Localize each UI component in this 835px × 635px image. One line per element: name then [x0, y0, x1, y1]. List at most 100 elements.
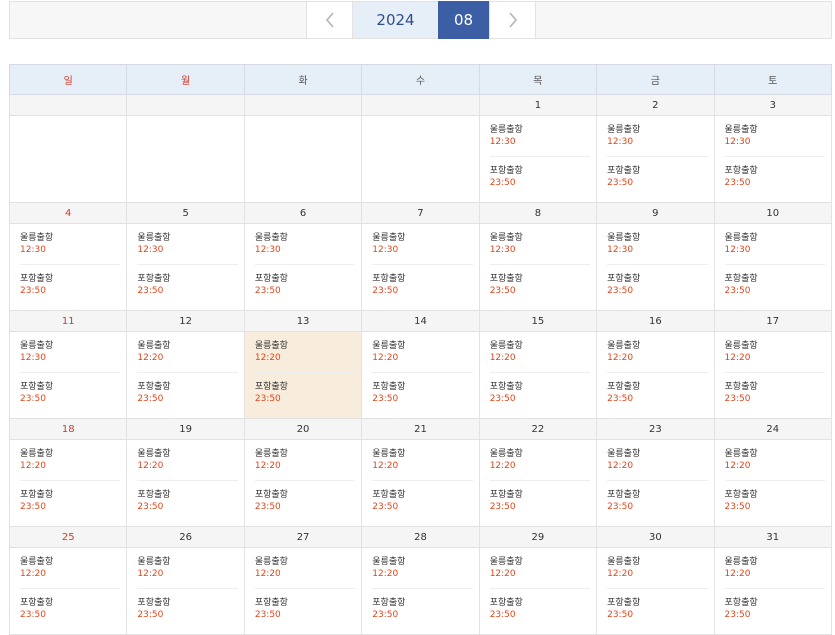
day-cell[interactable]: 울릉출항 12:20 포항출항 23:50	[713, 331, 833, 419]
day-cell[interactable]: 울릉출항 12:30 포항출항 23:50	[478, 115, 598, 203]
departure-item[interactable]: 울릉출항 12:30	[725, 124, 825, 152]
departure-item[interactable]: 울릉출항 12:20	[20, 448, 120, 476]
departure-item[interactable]: 포항출항 23:50	[137, 264, 238, 301]
departure-item[interactable]: 포항출항 23:50	[254, 264, 356, 301]
departure-item[interactable]: 울릉출항 12:30	[20, 232, 120, 260]
departure-item[interactable]: 포항출항 23:50	[489, 264, 591, 301]
day-cell[interactable]: 울릉출항 12:30 포항출항 23:50	[713, 223, 833, 311]
day-cell[interactable]: 울릉출항 12:30 포항출항 23:50	[8, 331, 128, 419]
departure-item[interactable]: 포항출항 23:50	[489, 480, 591, 517]
day-cell[interactable]: 울릉출항 12:20 포항출항 23:50	[478, 547, 598, 635]
prev-month-button[interactable]	[306, 1, 353, 39]
departure-item[interactable]: 울릉출항 12:20	[607, 556, 707, 584]
departure-item[interactable]: 울릉출항 12:30	[137, 232, 237, 260]
departure-route: 울릉출항	[724, 557, 758, 567]
departure-item[interactable]: 울릉출항 12:30	[725, 232, 825, 260]
departure-item[interactable]: 포항출항 23:50	[489, 372, 591, 409]
day-cell[interactable]: 울릉출항 12:20 포항출항 23:50	[243, 547, 363, 635]
departure-item[interactable]: 울릉출항 12:30	[490, 124, 590, 152]
day-cell[interactable]: 울릉출항 12:30 포항출항 23:50	[596, 223, 715, 311]
departure-item[interactable]: 울릉출항 12:20	[607, 448, 707, 476]
day-cell[interactable]: 울릉출항 12:20 포항출항 23:50	[126, 547, 245, 635]
day-cell[interactable]: 울릉출항 12:20 포항출항 23:50	[713, 547, 833, 635]
day-cell[interactable]: 울릉출항 12:30 포항출항 23:50	[243, 223, 363, 311]
day-cell[interactable]: 울릉출항 12:20 포항출항 23:50	[8, 547, 128, 635]
day-cell[interactable]: 울릉출항 12:20 포항출항 23:50	[478, 331, 598, 419]
departure-item[interactable]: 울릉출항 12:20	[20, 556, 120, 584]
day-cell[interactable]: 울릉출항 12:20 포항출항 23:50	[126, 331, 245, 419]
date-number: 27	[243, 526, 363, 548]
day-cell[interactable]: 울릉출항 12:30 포항출항 23:50	[713, 115, 833, 203]
day-cell[interactable]: 울릉출항 12:20 포항출항 23:50	[8, 439, 128, 527]
departure-item[interactable]: 울릉출항 12:30	[607, 232, 707, 260]
departure-item[interactable]: 포항출항 23:50	[724, 480, 825, 517]
departure-item[interactable]: 울릉출항 12:20	[725, 340, 825, 368]
departure-item[interactable]: 포항출항 23:50	[724, 156, 825, 193]
departure-item[interactable]: 포항출항 23:50	[137, 588, 238, 625]
departure-item[interactable]: 포항출항 23:50	[607, 264, 708, 301]
day-cell[interactable]: 울릉출항 12:30 포항출항 23:50	[126, 223, 245, 311]
day-cell[interactable]: 울릉출항 12:30 포항출항 23:50	[361, 223, 480, 311]
departure-item[interactable]: 울릉출항 12:20	[255, 448, 355, 476]
departure-item[interactable]: 포항출항 23:50	[724, 264, 825, 301]
departure-item[interactable]: 포항출항 23:50	[372, 588, 473, 625]
day-cell[interactable]: 울릉출항 12:30 포항출항 23:50	[8, 223, 128, 311]
departure-item[interactable]: 울릉출항 12:30	[255, 232, 355, 260]
day-cell[interactable]: 울릉출항 12:20 포항출항 23:50	[713, 439, 833, 527]
departure-item[interactable]: 울릉출항 12:20	[725, 556, 825, 584]
departure-item[interactable]: 울릉출항 12:20	[255, 340, 355, 368]
departure-item[interactable]: 포항출항 23:50	[372, 372, 473, 409]
departure-item[interactable]: 포항출항 23:50	[254, 588, 356, 625]
day-cell[interactable]: 울릉출항 12:20 포항출항 23:50	[596, 439, 715, 527]
departure-item[interactable]: 포항출항 23:50	[607, 480, 708, 517]
departure-item[interactable]: 포항출항 23:50	[724, 372, 825, 409]
departure-item[interactable]: 울릉출항 12:20	[137, 340, 237, 368]
departure-item[interactable]: 포항출항 23:50	[20, 264, 121, 301]
departure-item[interactable]: 울릉출항 12:20	[372, 340, 472, 368]
departure-item[interactable]: 울릉출항 12:30	[490, 232, 590, 260]
departure-item[interactable]: 포항출항 23:50	[254, 480, 356, 517]
month-label[interactable]: 08	[438, 1, 489, 39]
day-cell[interactable]: 울릉출항 12:30 포항출항 23:50	[596, 115, 715, 203]
departure-item[interactable]: 울릉출항 12:20	[725, 448, 825, 476]
day-cell[interactable]: 울릉출항 12:20 포항출항 23:50	[596, 547, 715, 635]
departure-item[interactable]: 포항출항 23:50	[20, 480, 121, 517]
departure-item[interactable]: 울릉출항 12:30	[20, 340, 120, 368]
departure-item[interactable]: 포항출항 23:50	[489, 588, 591, 625]
departure-item[interactable]: 울릉출항 12:30	[607, 124, 707, 152]
departure-item[interactable]: 포항출항 23:50	[254, 372, 356, 409]
departure-item[interactable]: 포항출항 23:50	[372, 480, 473, 517]
departure-item[interactable]: 울릉출항 12:30	[372, 232, 472, 260]
day-cell[interactable]: 울릉출항 12:20 포항출항 23:50	[243, 439, 363, 527]
departure-item[interactable]: 포항출항 23:50	[724, 588, 825, 625]
departure-item[interactable]: 울릉출항 12:20	[607, 340, 707, 368]
day-cell[interactable]: 울릉출항 12:20 포항출항 23:50	[361, 331, 480, 419]
departure-time: 12:30	[607, 245, 634, 255]
day-cell[interactable]: 울릉출항 12:30 포항출항 23:50	[478, 223, 598, 311]
departure-item[interactable]: 포항출항 23:50	[20, 372, 121, 409]
departure-item[interactable]: 울릉출항 12:20	[372, 448, 472, 476]
day-cell[interactable]: 울릉출항 12:20 포항출항 23:50	[243, 331, 363, 419]
departure-item[interactable]: 울릉출항 12:20	[490, 448, 590, 476]
departure-item[interactable]: 포항출항 23:50	[137, 480, 238, 517]
day-cell[interactable]: 울릉출항 12:20 포항출항 23:50	[361, 439, 480, 527]
departure-item[interactable]: 포항출항 23:50	[607, 588, 708, 625]
departure-item[interactable]: 울릉출항 12:20	[137, 556, 237, 584]
departure-item[interactable]: 울릉출항 12:20	[490, 556, 590, 584]
departure-item[interactable]: 포항출항 23:50	[137, 372, 238, 409]
departure-route: 포항출항	[372, 490, 406, 500]
day-cell[interactable]: 울릉출항 12:20 포항출항 23:50	[361, 547, 480, 635]
departure-item[interactable]: 울릉출항 12:20	[255, 556, 355, 584]
departure-item[interactable]: 포항출항 23:50	[607, 372, 708, 409]
day-cell[interactable]: 울릉출항 12:20 포항출항 23:50	[478, 439, 598, 527]
departure-item[interactable]: 포항출항 23:50	[20, 588, 121, 625]
day-cell[interactable]: 울릉출항 12:20 포항출항 23:50	[126, 439, 245, 527]
departure-item[interactable]: 울릉출항 12:20	[372, 556, 472, 584]
day-cell[interactable]: 울릉출항 12:20 포항출항 23:50	[596, 331, 715, 419]
departure-item[interactable]: 포항출항 23:50	[489, 156, 591, 193]
departure-item[interactable]: 포항출항 23:50	[607, 156, 708, 193]
departure-item[interactable]: 포항출항 23:50	[372, 264, 473, 301]
departure-item[interactable]: 울릉출항 12:20	[137, 448, 237, 476]
next-month-button[interactable]	[489, 1, 536, 39]
departure-item[interactable]: 울릉출항 12:20	[490, 340, 590, 368]
